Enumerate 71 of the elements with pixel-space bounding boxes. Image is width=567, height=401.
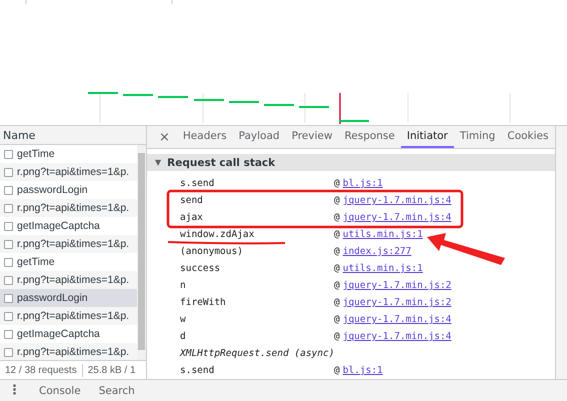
source-link[interactable]: jquery-1.7.min.js:4 — [342, 195, 452, 206]
drawer-tab[interactable]: Search — [98, 384, 135, 396]
function-name: d — [180, 331, 187, 342]
detail-tab[interactable]: Payload — [232, 126, 286, 148]
checkbox[interactable] — [4, 258, 13, 266]
source-link[interactable]: index.js:277 — [342, 246, 412, 257]
at-sign: @ — [334, 331, 340, 342]
scrollbar[interactable] — [137, 145, 146, 360]
detail-tab[interactable]: Preview — [286, 126, 338, 148]
expand-toggle[interactable]: ▼ — [155, 158, 162, 168]
request-row[interactable]: r.png?t=api&times=1&p. — [0, 163, 137, 181]
at-sign: @ — [334, 178, 340, 189]
checkbox[interactable] — [4, 294, 13, 302]
function-name: (anonymous) — [180, 246, 244, 257]
function-name: s.send — [180, 178, 216, 189]
section-title: Request call stack — [167, 156, 276, 169]
request-row[interactable]: r.png?t=api&times=1&p. — [0, 343, 137, 360]
section-header[interactable]: ▼ Request call stack — [147, 154, 555, 171]
source-link[interactable]: utils.min.js:1 — [342, 229, 423, 240]
request-row[interactable]: r.png?t=api&times=1&p. — [0, 235, 137, 253]
request-row[interactable]: r.png?t=api&times=1&p. — [0, 271, 137, 289]
at-sign: @ — [334, 280, 340, 291]
at-sign: @ — [334, 246, 340, 257]
source-link[interactable]: jquery-1.7.min.js:2 — [342, 297, 452, 308]
menu-icon[interactable]: ⋮ — [8, 383, 21, 398]
source-link[interactable]: bl.js:1 — [342, 178, 383, 189]
function-name: w — [180, 314, 187, 325]
source-link[interactable]: bl.js:1 — [342, 365, 383, 376]
request-count: 12 / 38 requests — [5, 364, 77, 376]
async-label: XMLHttpRequest.send (async) — [180, 348, 334, 359]
checkbox[interactable] — [4, 348, 13, 356]
function-name: s.send — [180, 365, 216, 376]
at-sign: @ — [334, 195, 340, 206]
detail-tab[interactable]: Initiator — [400, 126, 454, 148]
function-name: window.zdAjax — [180, 229, 256, 240]
drawer-tab[interactable]: Console — [39, 384, 81, 396]
detail-tab[interactable]: Headers — [176, 126, 233, 148]
function-name: n — [180, 280, 187, 291]
function-name: success — [180, 263, 222, 274]
request-row[interactable]: r.png?t=api&times=1&p. — [0, 199, 137, 217]
at-sign: @ — [334, 365, 340, 376]
checkbox[interactable] — [4, 168, 13, 176]
source-link[interactable]: jquery-1.7.min.js:4 — [342, 212, 452, 223]
checkbox[interactable] — [4, 150, 13, 158]
at-sign: @ — [334, 263, 340, 274]
function-name: fireWith — [180, 297, 227, 308]
detail-tab[interactable]: Cookies — [501, 126, 554, 148]
request-row[interactable]: r.png?t=api&times=1&p. — [0, 307, 137, 325]
column-header[interactable]: Name — [0, 126, 146, 145]
function-name: send — [180, 195, 204, 206]
source-link[interactable]: jquery-1.7.min.js:4 — [342, 314, 452, 325]
checkbox[interactable] — [4, 204, 13, 212]
checkbox[interactable] — [4, 312, 13, 320]
at-sign: @ — [334, 229, 340, 240]
checkbox[interactable] — [4, 276, 13, 284]
at-sign: @ — [334, 212, 340, 223]
close-button[interactable]: × — [152, 126, 177, 148]
request-row[interactable]: passwordLogin — [0, 289, 137, 307]
checkbox[interactable] — [4, 186, 13, 194]
source-link[interactable]: utils.min.js:1 — [342, 263, 423, 274]
detail-tab[interactable]: Timing — [454, 126, 502, 148]
at-sign: @ — [334, 314, 340, 325]
checkbox[interactable] — [4, 330, 13, 338]
detail-tab[interactable]: Response — [338, 126, 401, 148]
function-name: ajax — [180, 212, 204, 223]
at-sign: @ — [334, 297, 340, 308]
source-link[interactable]: jquery-1.7.min.js:4 — [342, 331, 452, 342]
transfer-size: 25.8 kB / 1 — [88, 364, 136, 376]
checkbox[interactable] — [4, 240, 13, 248]
source-link[interactable]: jquery-1.7.min.js:2 — [342, 280, 452, 291]
checkbox[interactable] — [4, 222, 13, 230]
